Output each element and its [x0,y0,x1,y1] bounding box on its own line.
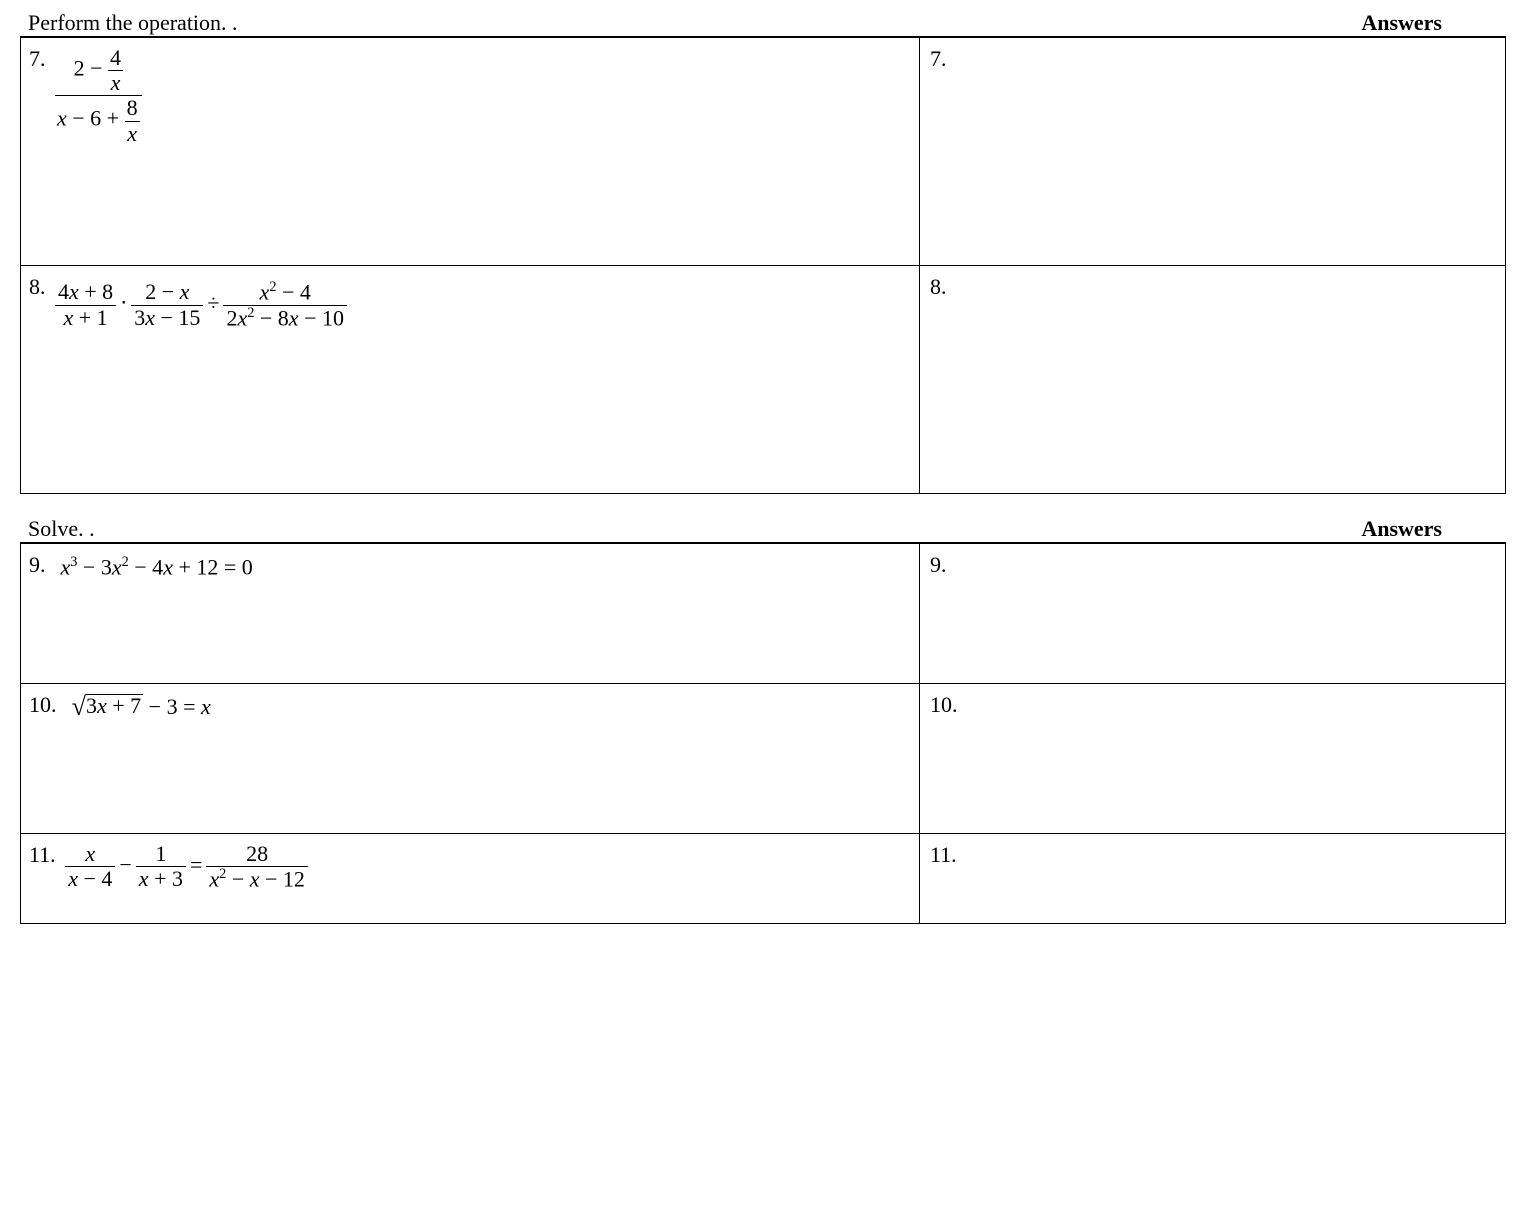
answer-8-number: 8. [930,274,947,300]
answer-8-cell: 8. [920,266,1506,494]
problem-9-expression: x3 − 3x2 − 4x + 12 = 0 [55,554,253,580]
problem-11-cell: 11. x x − 4 − 1 x + 3 = 28 x2 − x − 12 [20,834,920,924]
problem-8-expression: 4x + 8 x + 1 ⋅ 2 − x 3x − 15 ÷ x2 − 4 2x… [55,274,347,330]
section-2-header: Solve. . Answers [20,516,1506,544]
section-2-answers-label: Answers [928,516,1502,542]
problem-8-cell: 8. 4x + 8 x + 1 ⋅ 2 − x 3x − 15 ÷ x2 − 4… [20,266,920,494]
section-1-header: Perform the operation. . Answers [20,10,1506,38]
problem-9-number: 9. [29,552,46,578]
answer-10-cell: 10. [920,684,1506,834]
problem-7-number: 7. [29,46,46,72]
row-problem-7: 7. 2 − 4x x − 6 + 8x 7. [20,38,1506,266]
answer-11-number: 11. [930,842,957,868]
problem-8-number: 8. [29,274,46,300]
problem-10-expression: √3x + 7 − 3 = x [66,694,211,720]
answer-11-cell: 11. [920,834,1506,924]
problem-10-cell: 10. √3x + 7 − 3 = x [20,684,920,834]
answer-9-number: 9. [930,552,947,578]
problem-11-number: 11. [29,842,56,868]
row-problem-9: 9. x3 − 3x2 − 4x + 12 = 0 9. [20,544,1506,684]
problem-7-cell: 7. 2 − 4x x − 6 + 8x [20,38,920,266]
row-problem-11: 11. x x − 4 − 1 x + 3 = 28 x2 − x − 12 1… [20,834,1506,924]
answer-10-number: 10. [930,692,958,718]
section-1-title: Perform the operation. . [24,10,928,36]
problem-7-expression: 2 − 4x x − 6 + 8x [55,46,142,146]
answer-9-cell: 9. [920,544,1506,684]
answer-7-number: 7. [930,46,947,72]
section-1-answers-label: Answers [928,10,1502,36]
problem-10-number: 10. [29,692,57,718]
problem-11-expression: x x − 4 − 1 x + 3 = 28 x2 − x − 12 [65,842,308,892]
section-2-title: Solve. . [24,516,928,542]
row-problem-10: 10. √3x + 7 − 3 = x 10. [20,684,1506,834]
answer-7-cell: 7. [920,38,1506,266]
problem-9-cell: 9. x3 − 3x2 − 4x + 12 = 0 [20,544,920,684]
row-problem-8: 8. 4x + 8 x + 1 ⋅ 2 − x 3x − 15 ÷ x2 − 4… [20,266,1506,494]
